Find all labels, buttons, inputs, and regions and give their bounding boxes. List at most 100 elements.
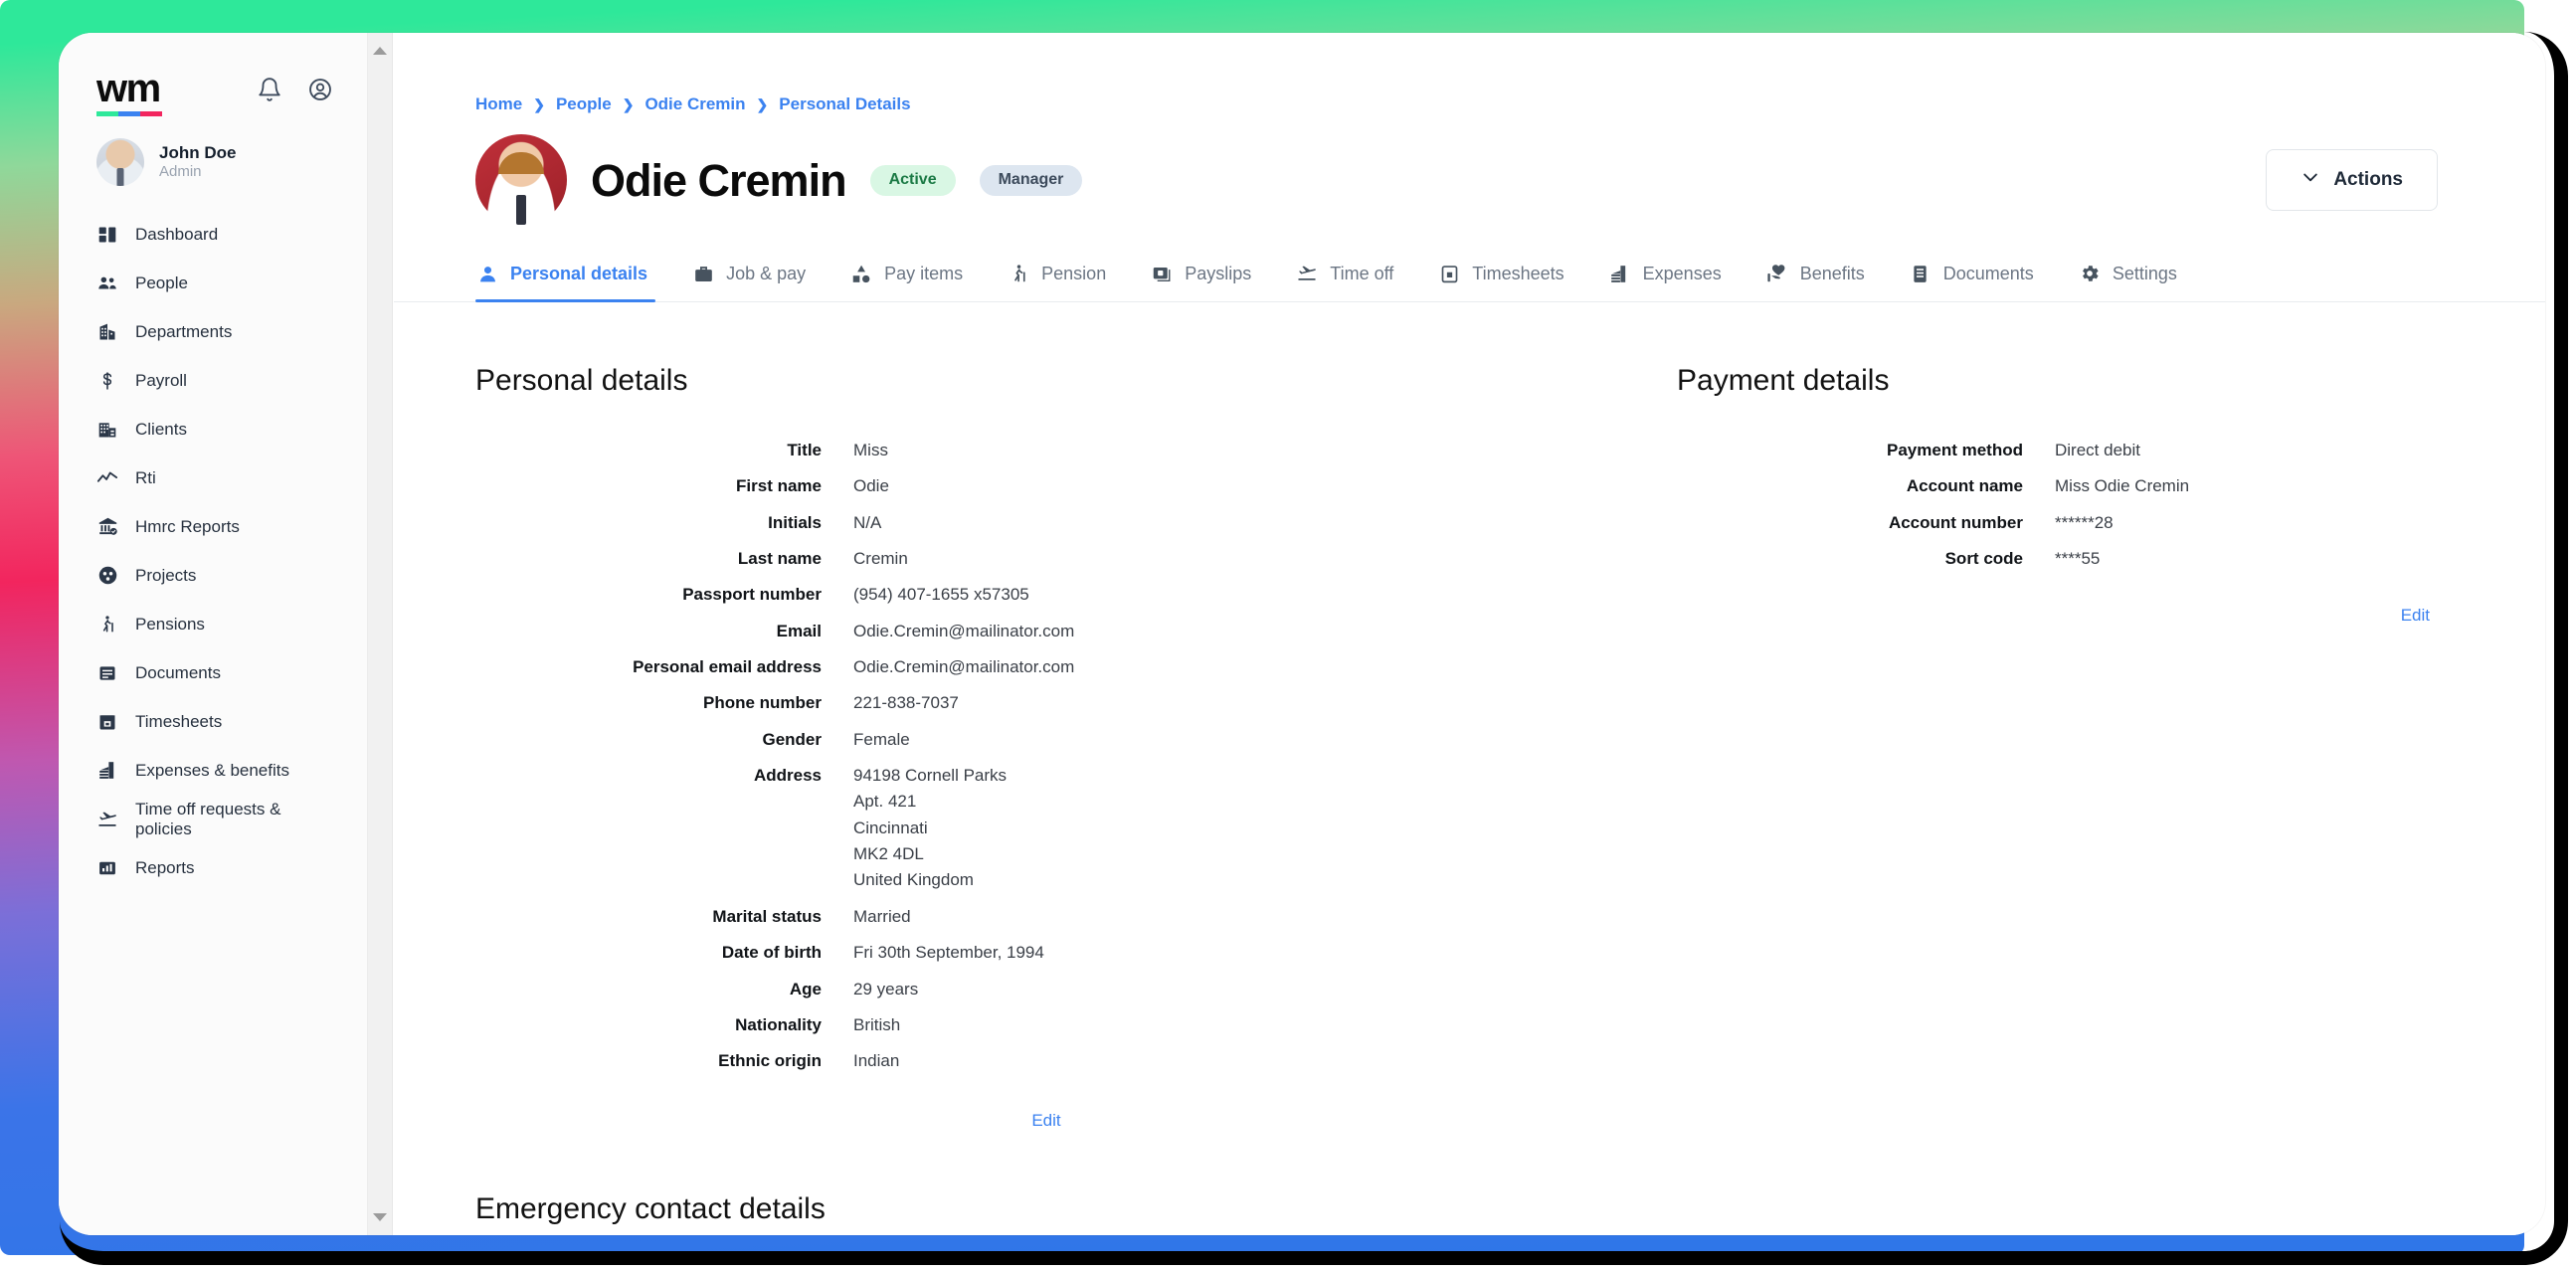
actions-button[interactable]: Actions xyxy=(2266,149,2438,211)
field-value: Married xyxy=(853,906,911,926)
avatar xyxy=(96,138,144,186)
tab-expenses[interactable]: Expenses xyxy=(1586,262,1744,301)
field-label: First name xyxy=(736,476,822,496)
sidebar-item-payroll[interactable]: Payroll xyxy=(59,356,367,405)
tab-label: Benefits xyxy=(1799,263,1865,283)
page-title: Odie Cremin xyxy=(591,154,847,206)
tab-pension[interactable]: Pension xyxy=(985,262,1128,301)
field-label: Date of birth xyxy=(721,943,822,963)
sidebar-item-dashboard[interactable]: Dashboard xyxy=(59,210,367,259)
application-window: wm John Doe Admin Dashboard People Depar… xyxy=(59,33,2545,1235)
tab-personal-details[interactable]: Personal details xyxy=(475,262,669,302)
sidebar-item-departments[interactable]: Departments xyxy=(59,307,367,356)
device-frame: wm John Doe Admin Dashboard People Depar… xyxy=(0,0,2576,1272)
sidebar-item-pensions[interactable]: Pensions xyxy=(59,600,367,648)
bell-icon[interactable] xyxy=(257,77,282,102)
field-row: Payment method Direct debit xyxy=(1677,438,2485,463)
pension-walker-icon xyxy=(1007,262,1030,285)
benefits-heart-icon xyxy=(1765,262,1789,285)
field-value: Fri 30th September, 1994 xyxy=(853,943,1044,963)
edit-personal-details-link[interactable]: Edit xyxy=(475,1111,1617,1131)
tab-documents[interactable]: Documents xyxy=(1887,262,2056,301)
scroll-down-arrow-icon[interactable] xyxy=(373,1213,387,1221)
sidebar-user[interactable]: John Doe Admin xyxy=(59,116,367,198)
payment-details-list: Payment method Direct debit Account name M… xyxy=(1677,438,2485,572)
sidebar-user-role: Admin xyxy=(159,163,202,181)
sidebar-item-projects[interactable]: Projects xyxy=(59,551,367,600)
field-label: Email xyxy=(776,621,822,640)
field-label: Account number xyxy=(1888,512,2023,532)
tab-payslips[interactable]: Payslips xyxy=(1128,262,1273,301)
field-value: Miss xyxy=(853,441,888,459)
field-label: Ethnic origin xyxy=(718,1051,822,1071)
dashboard-icon xyxy=(96,224,118,246)
actions-button-label: Actions xyxy=(2333,169,2403,190)
section-title: Payment details xyxy=(1677,364,1890,397)
sidebar-item-label: Documents xyxy=(135,662,221,682)
tab-benefits[interactable]: Benefits xyxy=(1744,262,1887,301)
field-row: Gender Female xyxy=(475,727,1617,753)
field-value: N/A xyxy=(853,512,882,532)
chevron-down-icon xyxy=(2300,167,2320,193)
tab-job-pay[interactable]: Job & pay xyxy=(669,262,828,301)
sidebar-item-time-off-requests[interactable]: Time off requests & policies xyxy=(59,795,367,843)
sidebar-item-timesheets[interactable]: Timesheets xyxy=(59,697,367,746)
sidebar-item-expenses-benefits[interactable]: Expenses & benefits xyxy=(59,746,367,795)
field-value: Odie.Cremin@mailinator.com xyxy=(853,621,1075,640)
receipt-icon xyxy=(1608,262,1632,285)
field-value: ******28 xyxy=(2055,512,2114,532)
field-label: Marital status xyxy=(712,906,822,926)
breadcrumb-item-home[interactable]: Home xyxy=(475,94,522,114)
address-line: Apt. 421 xyxy=(853,792,917,812)
field-value: British xyxy=(853,1014,901,1034)
sidebar-item-label: Dashboard xyxy=(135,224,219,244)
person-icon xyxy=(475,262,499,285)
field-label: Passport number xyxy=(682,585,822,605)
field-row: First name Odie xyxy=(475,473,1617,499)
tab-label: Documents xyxy=(1942,263,2034,283)
sidebar-item-hmrc-reports[interactable]: Hmrc Reports xyxy=(59,502,367,551)
breadcrumb-separator-icon: ❯ xyxy=(756,95,769,112)
status-badge: Active xyxy=(869,164,956,196)
field-label: Title xyxy=(787,441,822,459)
tab-pay-items[interactable]: Pay items xyxy=(828,262,985,301)
sidebar-item-label: Departments xyxy=(135,321,233,341)
edit-payment-details-link[interactable]: Edit xyxy=(1677,606,2485,626)
bar-chart-icon xyxy=(96,857,118,879)
sidebar-item-reports[interactable]: Reports xyxy=(59,843,367,892)
app-logo[interactable]: wm xyxy=(96,69,162,116)
field-value: Odie xyxy=(853,476,889,496)
dollar-icon xyxy=(96,370,118,392)
tab-label: Pay items xyxy=(884,263,964,283)
field-label: Account name xyxy=(1906,476,2023,496)
breadcrumb-item-people[interactable]: People xyxy=(556,94,612,114)
account-circle-icon[interactable] xyxy=(307,77,333,102)
sidebar-item-clients[interactable]: Clients xyxy=(59,405,367,454)
field-row: Account name Miss Odie Cremin xyxy=(1677,473,2485,499)
address-line: Cincinnati xyxy=(853,818,928,837)
scroll-up-arrow-icon[interactable] xyxy=(373,47,387,55)
tab-timesheets[interactable]: Timesheets xyxy=(1415,262,1585,301)
sidebar-item-rti[interactable]: Rti xyxy=(59,454,367,502)
calendar-icon xyxy=(96,711,118,733)
field-value: Cremin xyxy=(853,549,908,569)
logo-text: wm xyxy=(96,67,161,110)
calendar-icon xyxy=(1437,262,1461,285)
avatar xyxy=(475,134,567,226)
field-value: ****55 xyxy=(2055,549,2101,569)
breadcrumb-item-current[interactable]: Personal Details xyxy=(779,94,910,114)
breadcrumb-item-person[interactable]: Odie Cremin xyxy=(644,94,745,114)
field-value: Female xyxy=(853,729,910,749)
field-row: Nationality British xyxy=(475,1012,1617,1038)
tab-settings[interactable]: Settings xyxy=(2056,262,2199,301)
field-row: Address 94198 Cornell Parks Apt. 421 Cincin… xyxy=(475,763,1617,894)
sidebar-item-people[interactable]: People xyxy=(59,259,367,307)
payslips-icon xyxy=(1150,262,1174,285)
sidebar-item-documents[interactable]: Documents xyxy=(59,648,367,697)
emergency-right-spacer xyxy=(1617,1131,2485,1235)
field-label: Last name xyxy=(737,549,822,569)
tab-time-off[interactable]: Time off xyxy=(1273,262,1415,301)
field-row: Account number ******28 xyxy=(1677,510,2485,536)
projects-icon xyxy=(96,565,118,587)
sidebar-scrollbar[interactable] xyxy=(368,33,393,1235)
